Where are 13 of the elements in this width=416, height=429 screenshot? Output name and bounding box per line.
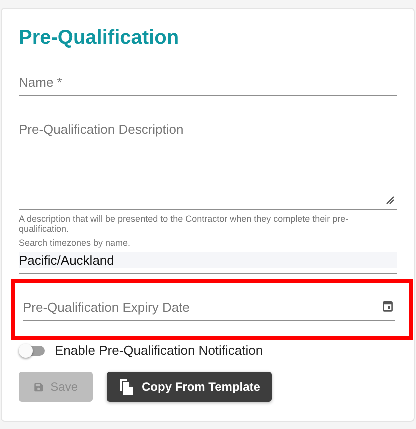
calendar-icon[interactable] (383, 301, 393, 312)
timezone-hint: Search timezones by name. (19, 238, 132, 248)
description-hint: A description that will be presented to the Contractor when they complete their pre-qualification. (19, 214, 350, 234)
notification-label: Enable Pre-Qualification Notification (55, 343, 264, 358)
description-field[interactable]: Pre-Qualification Description (19, 122, 397, 210)
form-title: Pre-Qualification (19, 26, 180, 51)
expiry-date-field[interactable]: Pre-Qualification Expiry Date (23, 298, 395, 321)
timezone-field[interactable]: Pacific/Auckland (19, 252, 397, 274)
copy-icon (119, 378, 135, 396)
resize-handle-icon[interactable] (385, 195, 395, 205)
copy-template-button[interactable]: Copy From Template (107, 372, 272, 402)
notification-switch[interactable] (19, 344, 45, 358)
name-field[interactable]: Name * (19, 73, 397, 96)
